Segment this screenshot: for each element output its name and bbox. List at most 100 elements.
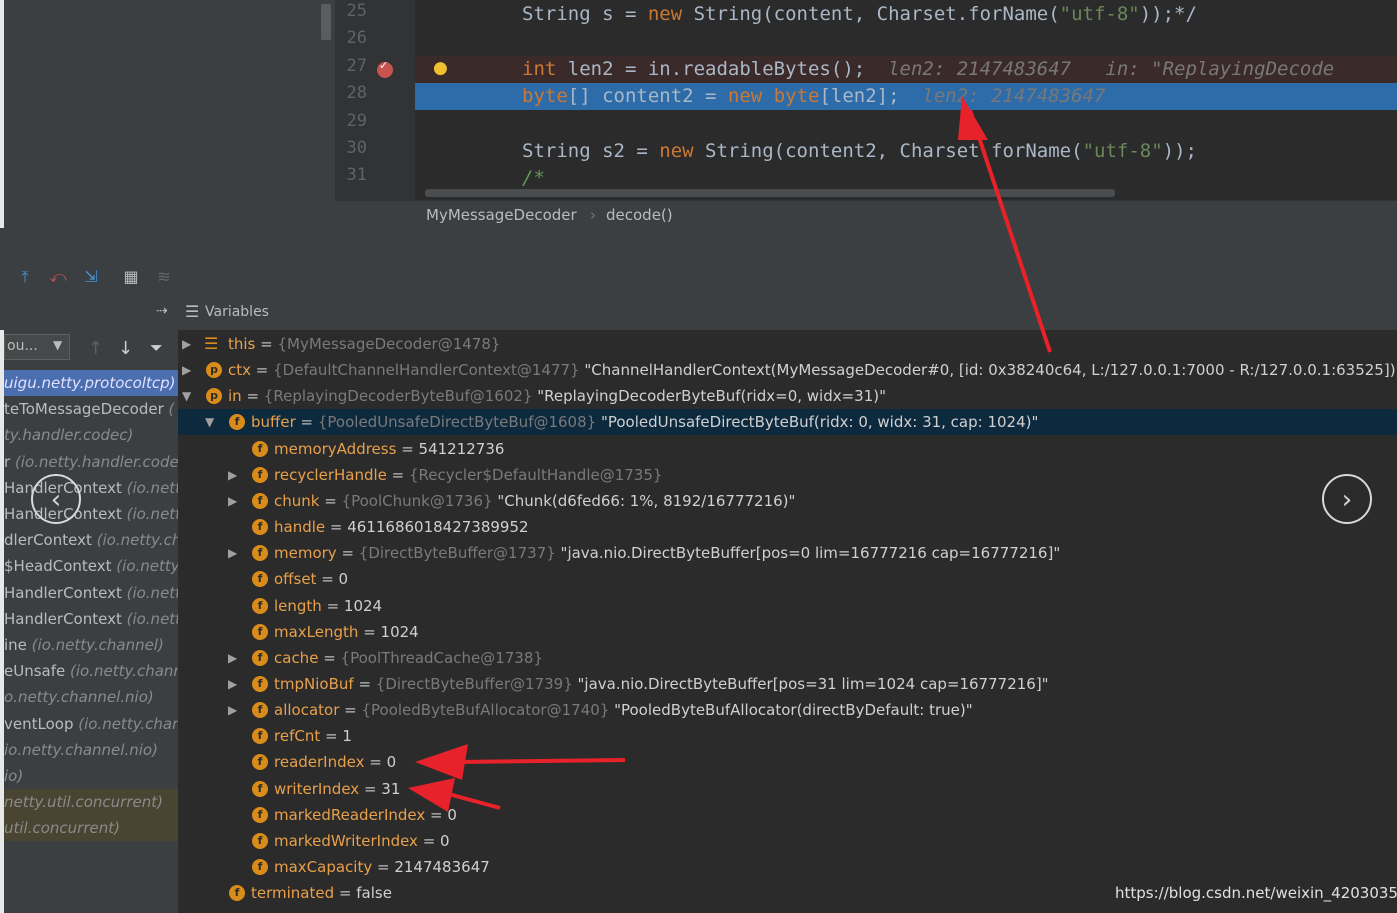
expand-arrow-icon[interactable]: ▶ (182, 331, 194, 357)
variable-row[interactable]: f refCnt = 1 (178, 723, 1397, 749)
variable-value: "ReplayingDecoderByteBuf(ridx=0, widx=31… (537, 387, 887, 406)
variable-row[interactable]: ▶ f chunk = {PoolChunk@1736} "Chunk(d6fed6… (178, 488, 1397, 514)
field-icon: f (229, 885, 245, 902)
frame-package: ( (163, 400, 175, 419)
stack-frame[interactable]: o.netty.channel.nio) (4, 684, 178, 710)
code-editor[interactable]: String s = new String(content, Charset.f… (415, 0, 1397, 200)
variable-row[interactable]: f markedReaderIndex = 0 (178, 802, 1397, 828)
stack-frame[interactable]: uigu.netty.protocoltcp) (4, 370, 178, 396)
expand-arrow-icon[interactable]: ▶ (228, 488, 240, 514)
evaluate-expression-icon[interactable]: ▦ (120, 266, 142, 288)
variable-row[interactable]: f markedWriterIndex = 0 (178, 828, 1397, 854)
variable-value: 2147483647 (394, 858, 490, 876)
variable-row[interactable]: f readerIndex = 0 (178, 749, 1397, 775)
expand-arrow-icon[interactable]: ▶ (228, 645, 240, 671)
run-to-cursor-icon[interactable]: ⇲ (80, 266, 102, 288)
variable-name: buffer (251, 413, 296, 432)
line-number: 25 (346, 1, 367, 21)
frame-package: (io.netty (126, 583, 178, 602)
thread-selector[interactable]: ou... ▼ (4, 334, 70, 360)
variable-value: 541212736 (418, 439, 505, 458)
variable-row[interactable]: f maxLength = 1024 (178, 619, 1397, 645)
code-text: String s2 = new String(content2, Charset… (522, 138, 1197, 165)
step-out-icon[interactable]: ⤒ (14, 266, 36, 288)
next-image-arrow-icon[interactable]: › (1322, 474, 1372, 524)
expand-arrow-icon[interactable]: ▶ (228, 697, 240, 723)
editor-hscrollbar[interactable] (425, 189, 1115, 197)
code-token: ( (1071, 140, 1083, 162)
variable-row[interactable]: ▶ p ctx = {DefaultChannelHandlerContext@14… (178, 357, 1397, 383)
equals-sign: = (359, 779, 382, 798)
filter-icon[interactable]: ⏷ (150, 338, 163, 358)
code-line[interactable] (415, 28, 1397, 55)
variable-value: "Chunk(d6fed66: 1%, 8192/16777216)" (497, 491, 796, 510)
scrollbar-thumb[interactable] (321, 4, 331, 40)
expand-arrow-icon[interactable]: ▶ (228, 462, 240, 488)
stack-frame[interactable]: r (io.netty.handler.codec (4, 449, 178, 475)
collapse-arrow-icon[interactable]: ▼ (205, 409, 217, 435)
frame-package: (io.netty (126, 478, 178, 497)
variable-row[interactable]: ▶ ☰ this = {MyMessageDecoder@1478} (178, 331, 1397, 357)
frame-package: (io.netty (126, 505, 178, 523)
collapse-arrow-icon[interactable]: ▼ (182, 383, 194, 409)
variable-row[interactable]: ▶ f cache = {PoolThreadCache@1738} (178, 645, 1397, 671)
code-line[interactable]: int len2 = in.readableBytes(); len2: 214… (415, 55, 1397, 83)
variable-name: allocator (274, 701, 340, 720)
variable-row[interactable]: f handle = 4611686018427389952 (178, 514, 1397, 540)
stack-frame[interactable]: ty.handler.codec) (4, 422, 178, 448)
variable-row[interactable]: ▼ p in = {ReplayingDecoderByteBuf@1602} "R… (178, 383, 1397, 409)
stack-frame[interactable]: io.netty.channel.nio) (4, 737, 178, 763)
stack-frame[interactable]: $HeadContext (io.netty. (4, 553, 178, 579)
variable-row[interactable]: f offset = 0 (178, 566, 1397, 592)
prev-image-arrow-icon[interactable]: ‹ (31, 474, 81, 524)
stack-frame[interactable]: ine (io.netty.channel) (4, 632, 178, 658)
stack-frame[interactable]: HandlerContext (io.netty (4, 580, 178, 606)
variable-text: markedWriterIndex = 0 (274, 828, 450, 854)
stack-frame[interactable]: eUnsafe (io.netty.chann (4, 658, 178, 684)
frame-up-icon[interactable]: ↑ (88, 338, 103, 359)
variable-row[interactable]: f maxCapacity = 2147483647 (178, 854, 1397, 880)
variable-name: memory (274, 544, 337, 563)
code-token: String(content, Charset.forName( (693, 3, 1060, 25)
stack-frame[interactable]: io) (4, 763, 178, 789)
stack-frame[interactable]: dlerContext (io.netty.ch (4, 527, 178, 553)
variable-row[interactable]: ▶ f tmpNioBuf = {DirectByteBuffer@1739} "j… (178, 671, 1397, 697)
lightbulb-icon[interactable]: ● (433, 58, 448, 78)
expand-arrow-icon[interactable]: ▶ (228, 540, 240, 566)
variable-row[interactable]: f writerIndex = 31 (178, 776, 1397, 802)
field-icon: f (252, 623, 268, 640)
frame-package: (io.netty.ch (91, 531, 178, 550)
stack-frame[interactable]: util.concurrent) (4, 815, 178, 842)
breadcrumb-class[interactable]: MyMessageDecoder (426, 201, 577, 229)
variable-row[interactable]: ▶ f allocator = {PooledByteBufAllocator@17… (178, 697, 1397, 723)
variable-ref: {DirectByteBuffer@1739} (375, 674, 578, 693)
frame-package: netty.util.concurrent) (4, 793, 163, 812)
variable-row[interactable]: f length = 1024 (178, 593, 1397, 619)
variable-row[interactable]: f memoryAddress = 541212736 (178, 436, 1397, 462)
restore-layout-icon[interactable]: ⇢ (156, 303, 168, 319)
stack-frame[interactable]: netty.util.concurrent) (4, 789, 178, 816)
drop-frame-icon[interactable]: ⤺ (47, 266, 69, 288)
stack-frame[interactable]: ventLoop (io.netty.chann (4, 711, 178, 737)
variable-row[interactable]: ▶ f memory = {DirectByteBuffer@1737} "java… (178, 540, 1397, 566)
frame-down-icon[interactable]: ↓ (118, 338, 133, 359)
stack-frame[interactable]: HandlerContext (io.netty (4, 501, 178, 527)
variable-row[interactable]: ▼ f buffer = {PooledUnsafeDirectByteBuf@16… (178, 409, 1397, 436)
frame-method: r (4, 452, 15, 471)
breadcrumb-separator: › (590, 206, 596, 224)
stack-frame[interactable]: HandlerContext (io.netty (4, 606, 178, 632)
variable-value: "java.nio.DirectByteBuffer[pos=0 lim=167… (560, 544, 1061, 563)
code-line[interactable]: String s = new String(content, Charset.f… (415, 1, 1397, 28)
code-line[interactable] (415, 111, 1397, 138)
breakpoint-icon[interactable]: ✓ (377, 59, 393, 78)
expand-arrow-icon[interactable]: ▶ (182, 357, 194, 383)
expand-arrow-icon[interactable]: ▶ (228, 671, 240, 697)
variable-row[interactable]: ▶ f recyclerHandle = {Recycler$DefaultHand… (178, 462, 1397, 488)
code-line[interactable]: byte[] content2 = new byte[len2]; len2: … (415, 83, 1397, 111)
variable-text: memory = {DirectByteBuffer@1737} "java.n… (274, 540, 1060, 566)
trace-icon[interactable]: ≋ (153, 266, 175, 288)
code-line[interactable]: String s2 = new String(content2, Charset… (415, 138, 1397, 165)
stack-frame[interactable]: teToMessageDecoder ( (4, 396, 178, 422)
breadcrumb-method[interactable]: decode() (606, 201, 673, 229)
field-icon: f (252, 728, 268, 745)
